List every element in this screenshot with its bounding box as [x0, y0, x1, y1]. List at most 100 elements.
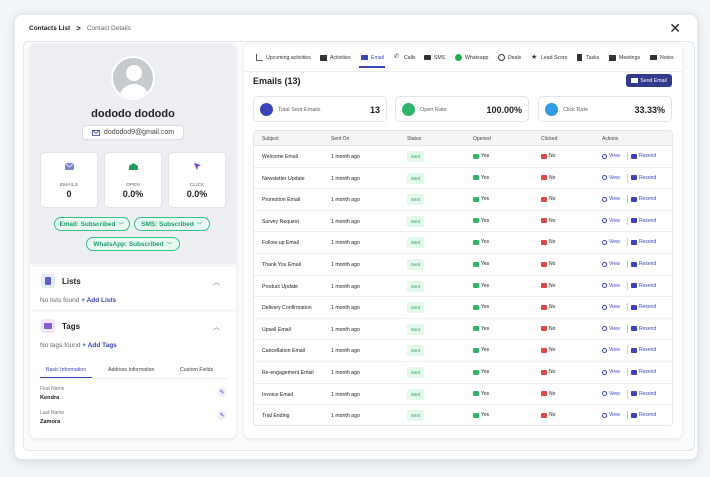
chevron-up-icon[interactable]: ︿	[213, 277, 220, 287]
mail-icon	[631, 175, 637, 181]
kpi-open-rate: Open Rate 100.00%	[395, 96, 529, 122]
clicked-indicator: No	[541, 283, 555, 289]
tab-email[interactable]: Email	[361, 54, 384, 61]
resend-button[interactable]: Resend	[631, 175, 656, 181]
resend-button[interactable]: Resend	[631, 369, 656, 375]
chevron-down-icon: ﹀	[166, 242, 173, 249]
resend-label: Resend	[639, 196, 657, 203]
mail-icon	[631, 239, 637, 245]
table-row: Upsell Email 1 month ago Sent Yes No View Rese…	[254, 319, 672, 341]
open-mail-icon	[128, 163, 138, 170]
resend-button[interactable]: Resend	[631, 347, 656, 353]
resend-button[interactable]: Resend	[631, 218, 656, 224]
clicked-value: No	[549, 153, 556, 159]
divider	[30, 265, 236, 266]
tab-activities[interactable]: Activities	[320, 54, 350, 61]
resend-button[interactable]: Resend	[631, 326, 656, 332]
last-name-label: Last Name	[40, 410, 65, 416]
add-tags-link[interactable]: + Add Tags	[82, 342, 117, 349]
profile-header: dododo dododo dododod9@gmail.com EMAILS …	[30, 44, 236, 264]
add-lists-link[interactable]: + Add Lists	[81, 297, 116, 304]
tab-notes[interactable]: Notes	[650, 54, 674, 61]
edit-icon[interactable]: ✎	[217, 387, 227, 397]
contact-email-chip[interactable]: dododod9@gmail.com	[82, 125, 184, 140]
whatsapp-subscription-pill[interactable]: WhatsApp: Subscribed ﹀	[86, 237, 180, 251]
stat-click-label: CLICK	[189, 182, 205, 187]
breadcrumb-separator: >	[76, 23, 81, 33]
resend-button[interactable]: Resend	[631, 153, 656, 159]
tab-whatsapp[interactable]: Whatsapp	[455, 54, 488, 61]
resend-button[interactable]: Resend	[631, 283, 656, 289]
resend-button[interactable]: Resend	[631, 391, 656, 397]
mail-icon	[541, 218, 547, 224]
view-button[interactable]: View	[602, 326, 620, 332]
subtab-address-information[interactable]: Address Information	[108, 367, 154, 373]
kpi-click-rate: Click Rate 33.33%	[538, 96, 672, 122]
close-icon[interactable]: ✕	[669, 20, 681, 37]
mail-icon	[541, 153, 547, 159]
view-button[interactable]: View	[602, 283, 620, 289]
subtab-custom-fields[interactable]: Custom Fields	[180, 367, 213, 373]
eye-icon	[602, 175, 607, 181]
status-badge: Sent	[407, 323, 424, 335]
divider	[627, 411, 628, 420]
view-button[interactable]: View	[602, 175, 620, 181]
breadcrumb-contacts-list[interactable]: Contacts List	[29, 25, 70, 32]
edit-icon[interactable]: ✎	[217, 410, 227, 420]
resend-label: Resend	[639, 325, 657, 332]
tab-meetings[interactable]: Meetings	[609, 54, 640, 61]
view-button[interactable]: View	[602, 412, 620, 418]
chevron-up-icon[interactable]: ︿	[213, 322, 220, 332]
avatar	[111, 56, 155, 100]
view-button[interactable]: View	[602, 369, 620, 375]
view-button[interactable]: View	[602, 391, 620, 397]
view-button[interactable]: View	[602, 347, 620, 353]
column-header: Actions	[602, 136, 619, 142]
tab-lead-score[interactable]: ★ Lead Score	[531, 54, 568, 61]
mail-icon	[541, 347, 547, 353]
view-button[interactable]: View	[602, 196, 620, 202]
clicked-indicator: No	[541, 261, 555, 267]
resend-button[interactable]: Resend	[631, 196, 656, 202]
resend-button[interactable]: Resend	[631, 261, 656, 267]
view-button[interactable]: View	[602, 153, 620, 159]
clicked-value: No	[549, 282, 556, 289]
tab-deals[interactable]: Deals	[498, 54, 521, 61]
chart-icon	[256, 54, 263, 61]
view-button[interactable]: View	[602, 218, 620, 224]
tab-label: Meetings	[619, 54, 641, 61]
email-sent-on: 1 month ago	[331, 348, 360, 355]
resend-button[interactable]: Resend	[631, 239, 656, 245]
mail-icon	[631, 412, 637, 418]
view-button[interactable]: View	[602, 239, 620, 245]
view-label: View	[609, 153, 620, 159]
view-button[interactable]: View	[602, 304, 620, 310]
tab-upcoming-activities[interactable]: Upcoming activities	[256, 54, 311, 61]
tab-calls[interactable]: ✆ Calls	[394, 54, 416, 61]
open-mail-icon	[473, 304, 479, 310]
kpi-value: 100.00%	[486, 105, 522, 115]
resend-button[interactable]: Resend	[631, 304, 656, 310]
kpi-label: Open Rate	[420, 107, 447, 113]
view-button[interactable]: View	[602, 261, 620, 267]
status-badge: Sent	[407, 194, 424, 206]
resend-label: Resend	[639, 390, 657, 397]
view-label: View	[609, 304, 620, 311]
send-email-button[interactable]: Send Email	[626, 74, 672, 87]
tab-sms[interactable]: SMS	[424, 54, 445, 61]
subtab-basic-information[interactable]: Basic Information	[46, 367, 86, 373]
sms-subscription-pill[interactable]: SMS: Subscribed ﹀	[134, 217, 210, 231]
opened-value: Yes	[481, 369, 490, 375]
mail-icon	[631, 347, 637, 353]
clicked-value: No	[549, 325, 556, 332]
eye-icon	[602, 326, 607, 332]
divider	[627, 389, 628, 398]
stat-open-label: OPEN	[126, 182, 140, 187]
open-mail-icon	[473, 283, 479, 289]
column-header: Clicked	[541, 136, 558, 142]
resend-button[interactable]: Resend	[631, 412, 656, 418]
view-label: View	[609, 390, 620, 397]
tab-tasks[interactable]: Tasks	[576, 54, 599, 61]
table-row: Welcome Email 1 month ago Sent Yes No View Res…	[254, 146, 672, 168]
email-subscription-pill[interactable]: Email: Subscribed ﹀	[54, 217, 130, 231]
